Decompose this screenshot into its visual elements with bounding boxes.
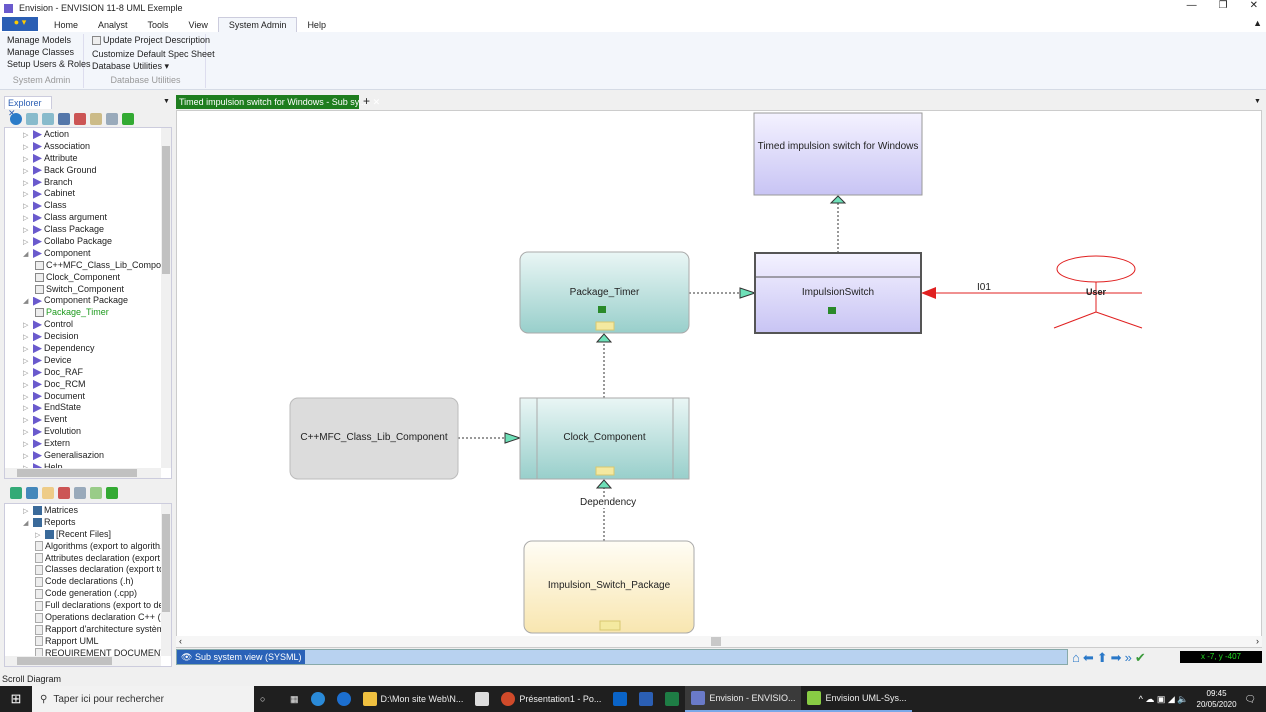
outlook-icon[interactable] (607, 686, 633, 712)
package-icon (599, 620, 621, 631)
package-icon (595, 466, 615, 476)
store-icon[interactable] (469, 686, 495, 712)
arrowhead (504, 432, 522, 444)
taskbar-app-envision[interactable]: Envision - ENVISIO... (685, 686, 802, 712)
task-view-icon[interactable]: ○ (254, 686, 284, 712)
app-label: Envision - ENVISIO... (709, 693, 796, 703)
diagram-svg (289, 112, 1143, 634)
association-arrowhead (921, 287, 936, 299)
view-label: Sub system view (SYSML) (194, 652, 302, 662)
fast-forward-icon[interactable]: » (1125, 650, 1132, 666)
search-placeholder: Taper ici pour rechercher (53, 693, 164, 705)
clock[interactable]: 09:45 20/05/2020 (1197, 688, 1237, 710)
node-label: ImpulsionSwitch (801, 287, 875, 298)
taskbar-app-explorer[interactable]: D:\Mon site Web\N... (357, 686, 470, 712)
date: 20/05/2020 (1196, 700, 1237, 709)
node-label: Timed impulsion switch for Windows (757, 141, 919, 152)
arrow-right-icon[interactable]: ➡ (1111, 650, 1122, 666)
edge-icon[interactable] (331, 686, 357, 712)
taskbar: ⊞ ⚲ Taper ici pour rechercher ○ ▦ D:\Mon … (0, 686, 1266, 712)
app-label: Présentation1 - Po... (519, 694, 602, 704)
timeline-icon[interactable]: ▦ (284, 686, 305, 712)
association-label: I01 (977, 282, 991, 293)
node-label: Package_Timer (569, 287, 640, 298)
taskbar-app-envision-uml[interactable]: Envision UML-Sys... (801, 686, 913, 712)
check-icon[interactable]: ✔ (1135, 650, 1146, 666)
tray-icons[interactable]: ^ ☁ ▣ ◢ 🔈 (1139, 694, 1189, 705)
app-label: Envision UML-Sys... (825, 693, 907, 703)
coordinates-readout: x -7, y -407 (1180, 651, 1262, 663)
time: 09:45 (1206, 689, 1227, 698)
arrowhead (739, 287, 757, 299)
view-bar: 👁 Sub system view (SYSML) (176, 649, 1068, 665)
view-selector[interactable]: 👁 Sub system view (SYSML) (177, 650, 306, 664)
package-icon (595, 321, 615, 331)
taskbar-search[interactable]: ⚲ Taper ici pour rechercher (32, 686, 254, 712)
arrowhead (829, 195, 847, 204)
arrowhead (595, 333, 613, 343)
node-label: Clock_Component (563, 432, 646, 443)
home-icon[interactable]: ⌂ (1072, 650, 1080, 666)
canvas-hscrollbar[interactable]: ‹ › (176, 636, 1262, 647)
dependency-label: Dependency (580, 497, 637, 508)
notifications-icon[interactable]: 🗨 (1245, 694, 1256, 705)
arrowhead (595, 479, 613, 489)
nav-toolbar: ⌂ ⬅ ⬆ ➡» ✔ (1072, 650, 1146, 666)
status-text: Scroll Diagram (2, 674, 62, 684)
arrow-left-icon[interactable]: ⬅ (1083, 650, 1094, 666)
excel-icon[interactable] (659, 686, 685, 712)
node-timed-switch[interactable] (753, 112, 923, 196)
search-icon: ⚲ (40, 693, 48, 705)
lock-icon (828, 307, 836, 314)
node-label: Impulsion_Switch_Package (547, 580, 671, 591)
start-button[interactable]: ⊞ (0, 691, 32, 707)
actor-label: User (1085, 287, 1106, 297)
taskbar-app-powerpoint[interactable]: Présentation1 - Po... (495, 686, 607, 712)
lock-icon (598, 306, 606, 313)
app-label: D:\Mon site Web\N... (380, 694, 464, 704)
node-label: C++MFC_Class_Lib_Component (300, 432, 448, 443)
arrow-up-icon[interactable]: ⬆ (1097, 650, 1108, 666)
word-icon[interactable] (633, 686, 659, 712)
ie-icon[interactable] (305, 686, 331, 712)
